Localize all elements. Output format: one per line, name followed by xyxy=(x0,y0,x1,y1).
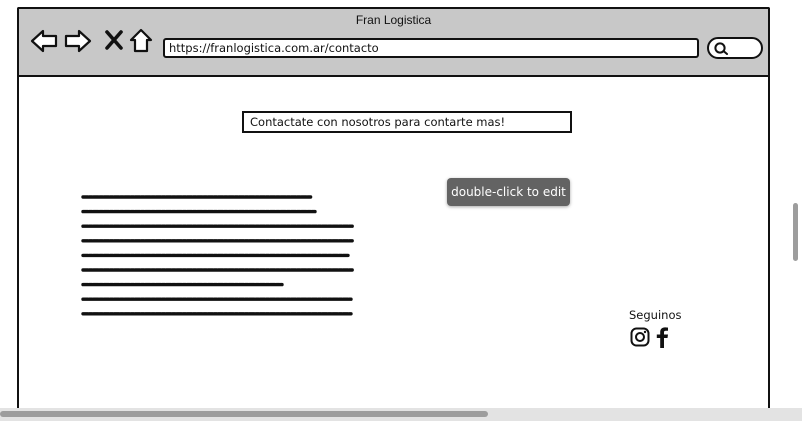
arrow-left-icon[interactable] xyxy=(30,28,58,54)
vertical-scrollbar[interactable] xyxy=(793,203,798,261)
social-label: Seguinos xyxy=(629,308,682,322)
browser-toolbar: Fran Logistica https://franlogistica.com… xyxy=(19,9,768,77)
search-field[interactable] xyxy=(707,37,763,59)
browser-window: Fran Logistica https://franlogistica.com… xyxy=(17,7,770,421)
page-heading: Contactate con nosotros para contarte ma… xyxy=(242,111,572,133)
facebook-icon[interactable] xyxy=(655,327,669,348)
arrow-right-icon[interactable] xyxy=(64,28,92,54)
window-title: Fran Logistica xyxy=(355,13,432,27)
edit-tooltip: double-click to edit xyxy=(447,178,570,206)
search-icon xyxy=(714,42,728,55)
home-icon[interactable] xyxy=(129,28,153,54)
placeholder-text-block xyxy=(81,195,355,316)
address-bar[interactable]: https://franlogistica.com.ar/contacto xyxy=(163,38,699,58)
close-icon[interactable] xyxy=(105,30,123,50)
horizontal-scrollbar[interactable] xyxy=(0,411,488,417)
instagram-icon[interactable] xyxy=(630,327,650,347)
